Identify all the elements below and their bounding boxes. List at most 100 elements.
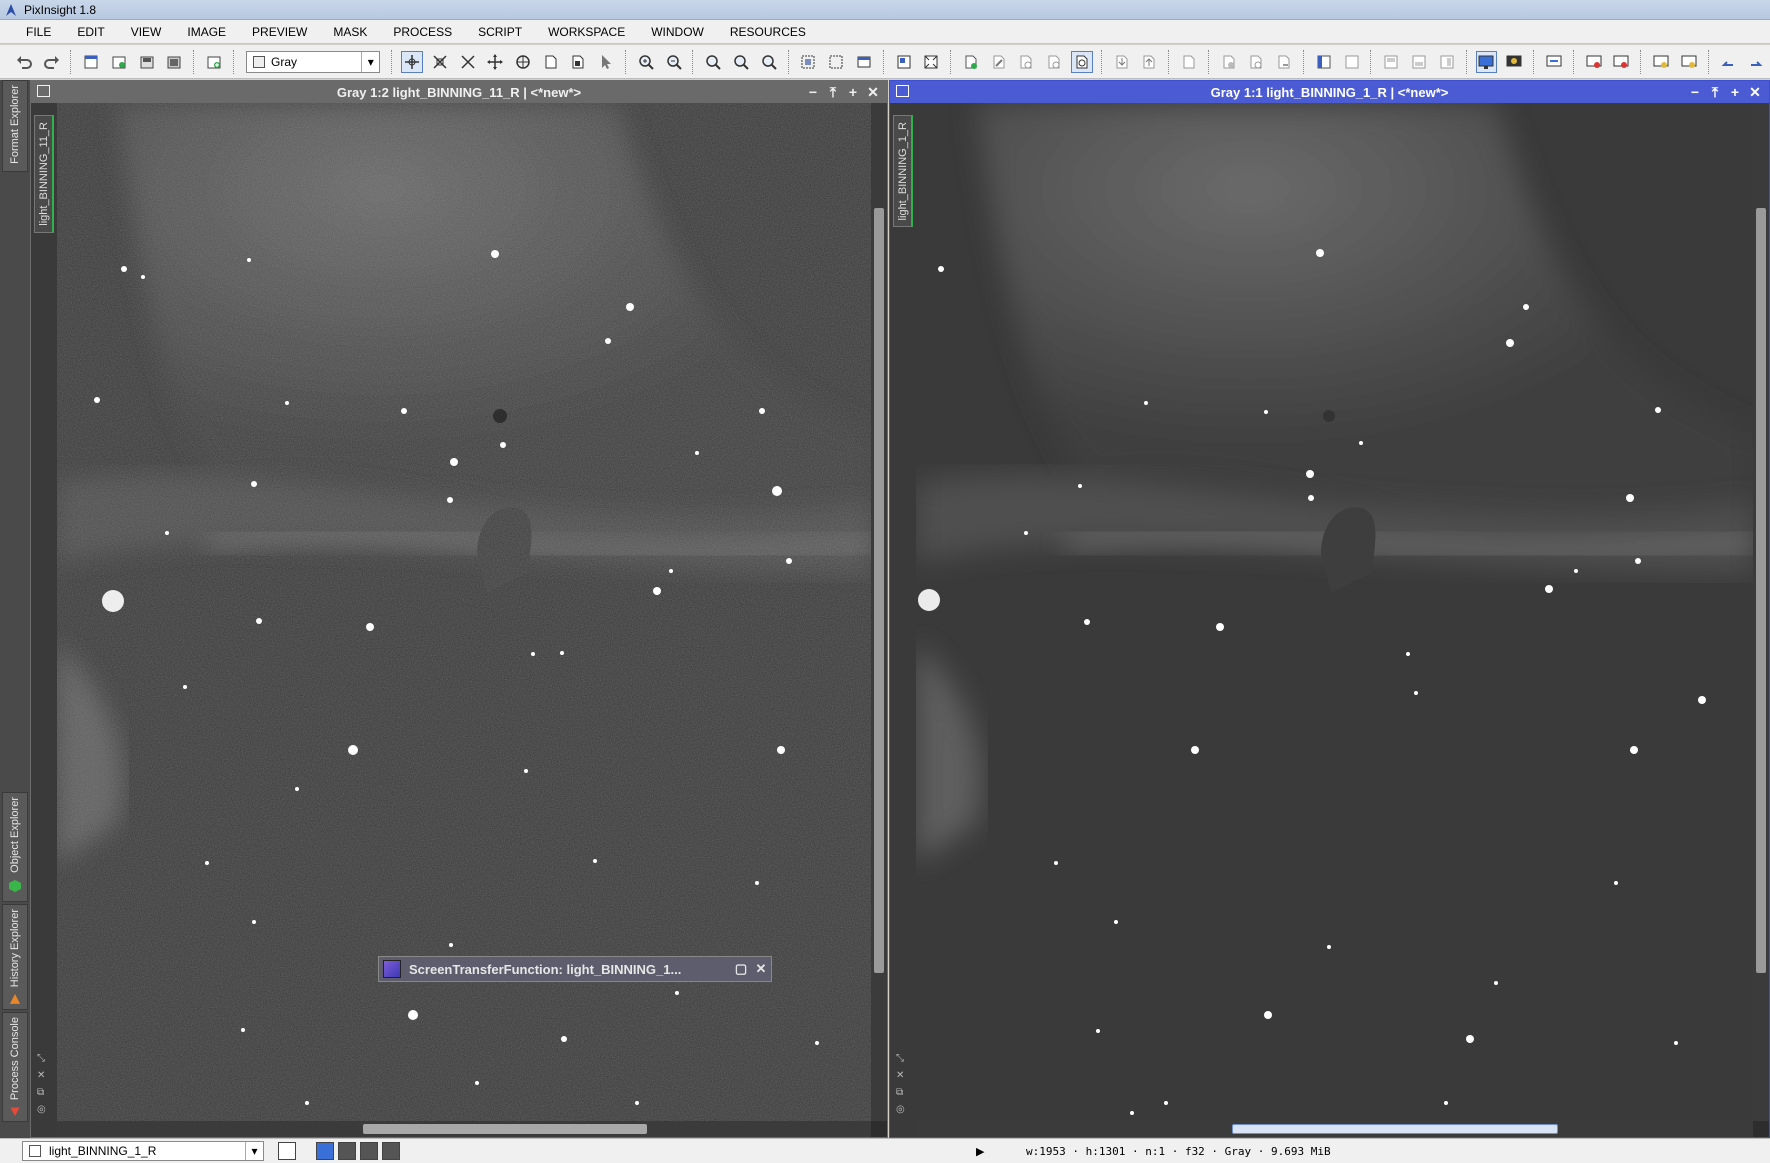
screen-2-button[interactable]: [1583, 51, 1605, 73]
view-id-tab[interactable]: light_BINNING_11_R: [34, 115, 54, 233]
horizontal-scroll-thumb[interactable]: [363, 1124, 647, 1134]
screen-1-button[interactable]: [1543, 51, 1565, 73]
view-id-tab[interactable]: light_BINNING_1_R: [893, 115, 913, 228]
process-3-button[interactable]: [1016, 51, 1038, 73]
zoom-out-mode-button[interactable]: [457, 51, 479, 73]
display-2-button[interactable]: [1503, 51, 1525, 73]
fit-view-button[interactable]: [798, 51, 820, 73]
horizontal-scrollbar[interactable]: [916, 1121, 1753, 1137]
readout-mode-button[interactable]: [401, 50, 423, 73]
pointer-mode-button[interactable]: [595, 51, 617, 73]
menu-window[interactable]: WINDOW: [639, 25, 718, 39]
menu-workspace[interactable]: WORKSPACE: [536, 25, 639, 39]
pan-mode-button[interactable]: [484, 51, 506, 73]
cascade-windows-button[interactable]: [920, 51, 942, 73]
redo-button[interactable]: [41, 51, 63, 73]
menu-resources[interactable]: RESOURCES: [718, 25, 820, 39]
mask-1-button[interactable]: [1218, 51, 1240, 73]
open-image-button[interactable]: [108, 51, 130, 73]
channel-select[interactable]: Gray ▾: [245, 50, 381, 73]
horizontal-scroll-thumb[interactable]: [1232, 1124, 1558, 1134]
zoom-optimal-button[interactable]: [758, 51, 780, 73]
zoom-in-mode-button[interactable]: [429, 51, 451, 73]
layout-5-button[interactable]: [1436, 51, 1458, 73]
target-mini-icon[interactable]: ◎: [896, 1104, 905, 1115]
shade-icon[interactable]: ⤒: [1705, 84, 1725, 101]
menu-mask[interactable]: MASK: [321, 25, 381, 39]
image-window-binning-1[interactable]: Gray 1:1 light_BINNING_1_R | <*new*> − ⤒…: [889, 80, 1770, 1138]
object-explorer-tab[interactable]: Object Explorer: [2, 792, 28, 902]
channel-red-button[interactable]: [338, 1142, 356, 1160]
cross-mini-icon[interactable]: ✕: [896, 1070, 905, 1081]
window-title-bar[interactable]: Gray 1:2 light_BINNING_11_R | <*new*> − …: [31, 81, 887, 103]
close-image-button[interactable]: [164, 51, 186, 73]
zoom-in-button[interactable]: [635, 51, 657, 73]
menu-view[interactable]: VIEW: [119, 25, 176, 39]
zoom-fit-button[interactable]: [730, 51, 752, 73]
shade-icon[interactable]: ⤒: [823, 84, 843, 101]
layout-3-button[interactable]: [1380, 51, 1402, 73]
back-button[interactable]: [1718, 51, 1740, 73]
screen-5-button[interactable]: [1678, 51, 1700, 73]
menu-preview[interactable]: PREVIEW: [240, 25, 321, 39]
edit-preview-button[interactable]: [568, 51, 590, 73]
duplicate-button[interactable]: [203, 51, 225, 73]
center-mode-button[interactable]: [512, 51, 534, 73]
format-explorer-tab[interactable]: Format Explorer: [2, 80, 28, 172]
reset-view-button[interactable]: [825, 51, 847, 73]
preview-mode-button[interactable]: [540, 51, 562, 73]
process-2-button[interactable]: [988, 51, 1010, 73]
export-button[interactable]: [1138, 51, 1160, 73]
history-explorer-tab[interactable]: History Explorer: [2, 904, 28, 1010]
close-icon[interactable]: ✕: [1745, 84, 1765, 101]
screen-transfer-function-window[interactable]: ScreenTransferFunction: light_BINNING_1.…: [378, 956, 772, 982]
mask-2-button[interactable]: [1246, 51, 1268, 73]
channel-rgb-button[interactable]: [316, 1142, 334, 1160]
vertical-scrollbar[interactable]: [871, 103, 887, 1121]
image-canvas[interactable]: [916, 103, 1753, 1121]
new-image-button[interactable]: [80, 51, 102, 73]
vertical-scrollbar[interactable]: [1753, 103, 1769, 1121]
undo-button[interactable]: [13, 51, 35, 73]
copy-mini-icon[interactable]: ⧉: [896, 1087, 905, 1098]
display-1-button[interactable]: [1475, 50, 1498, 73]
menu-image[interactable]: IMAGE: [175, 25, 240, 39]
zoom-1-1-button[interactable]: [702, 51, 724, 73]
link-mini-icon[interactable]: ⤡: [896, 1053, 905, 1064]
link-mini-icon[interactable]: ⤡: [37, 1053, 46, 1064]
new-process-button[interactable]: [960, 51, 982, 73]
layout-2-button[interactable]: [1341, 51, 1363, 73]
horizontal-scrollbar[interactable]: [57, 1121, 871, 1137]
target-mini-icon[interactable]: ◎: [37, 1104, 46, 1115]
menu-script[interactable]: SCRIPT: [466, 25, 536, 39]
mask-toggle-button[interactable]: [278, 1142, 296, 1160]
vertical-scroll-thumb[interactable]: [1756, 208, 1766, 973]
maximize-view-button[interactable]: [853, 51, 875, 73]
tile-windows-button[interactable]: [893, 51, 915, 73]
restore-icon[interactable]: ▢: [731, 961, 751, 977]
channel-blue-button[interactable]: [382, 1142, 400, 1160]
screen-3-button[interactable]: [1610, 51, 1632, 73]
minimize-icon[interactable]: −: [803, 84, 823, 100]
forward-button[interactable]: [1745, 51, 1767, 73]
menu-process[interactable]: PROCESS: [381, 25, 466, 39]
window-title-bar[interactable]: Gray 1:1 light_BINNING_1_R | <*new*> − ⤒…: [890, 81, 1769, 103]
menu-file[interactable]: FILE: [14, 25, 65, 39]
view-selector[interactable]: light_BINNING_1_R ▾: [22, 1141, 264, 1161]
copy-mini-icon[interactable]: ⧉: [37, 1087, 46, 1098]
close-icon[interactable]: ✕: [863, 84, 883, 101]
close-icon[interactable]: ✕: [751, 961, 771, 977]
process-4-button[interactable]: [1043, 51, 1065, 73]
layout-1-button[interactable]: [1313, 51, 1335, 73]
mask-3-button[interactable]: [1273, 51, 1295, 73]
maximize-icon[interactable]: +: [843, 84, 863, 100]
maximize-icon[interactable]: +: [1725, 84, 1745, 100]
screen-4-button[interactable]: [1650, 51, 1672, 73]
play-icon[interactable]: ▶: [976, 1145, 984, 1158]
process-console-tab[interactable]: Process Console: [2, 1012, 28, 1122]
import-button[interactable]: [1111, 51, 1133, 73]
link-button[interactable]: [1178, 51, 1200, 73]
zoom-out-button[interactable]: [663, 51, 685, 73]
minimize-icon[interactable]: −: [1685, 84, 1705, 100]
explore-button[interactable]: [1071, 50, 1093, 73]
